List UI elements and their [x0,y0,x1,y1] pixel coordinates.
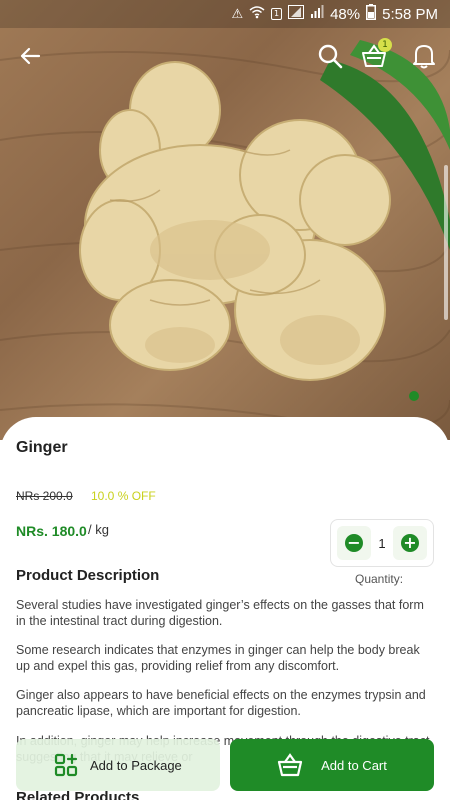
wifi-icon [249,5,265,23]
add-to-package-label: Add to Package [90,757,182,773]
discount-label: 10.0 % OFF [91,489,156,503]
search-button[interactable] [312,38,348,74]
grid-add-icon [54,753,78,777]
cart-button[interactable]: 1 [356,38,392,74]
description-title: Product Description [16,567,160,584]
price-unit: / kg [88,522,109,537]
battery-percent: 48% [330,5,361,23]
arrow-left-icon [20,47,41,65]
search-icon [318,44,343,69]
current-price: NRs. 180.0 [16,523,87,539]
carousel-dot-active[interactable] [409,391,419,401]
description-paragraph: Several studies have investigated ginger… [16,598,424,628]
quantity-value: 1 [378,535,386,551]
description-paragraph: Some research indicates that enzymes in … [16,643,420,673]
increase-quantity-button[interactable]: + [392,526,427,560]
clock: 5:58 PM [382,5,438,23]
decrease-quantity-button[interactable]: − [337,526,371,560]
battery-icon [366,4,377,24]
minus-icon: − [345,534,363,552]
status-bar: ⚠ 1 48% 5:58 PM [0,0,450,28]
quantity-stepper: − 1 + [330,519,434,567]
back-button[interactable] [12,38,48,74]
add-to-cart-label: Add to Cart [321,757,387,773]
sim-notification-icon: 1 [271,8,283,20]
bell-icon [413,45,435,69]
notifications-button[interactable] [406,38,442,74]
top-bar: 1 [0,28,450,84]
description-paragraph: Ginger also appears to have beneficial e… [16,688,426,718]
original-price: NRs 200.0 [16,489,73,503]
status-icons: ⚠ 1 48% 5:58 PM [231,4,438,24]
quantity-label: Quantity: [355,572,404,586]
image-scroll-indicator [444,165,448,320]
basket-icon [278,753,303,777]
add-to-cart-button[interactable]: Add to Cart [230,739,434,791]
plus-icon: + [400,534,419,552]
alert-icon: ⚠ [231,6,244,22]
product-name: Ginger [16,439,68,456]
signal-bars-icon [310,5,324,23]
add-to-package-button[interactable]: Add to Package [16,739,220,791]
signal-icon [288,5,305,23]
cart-count-badge: 1 [378,38,392,52]
